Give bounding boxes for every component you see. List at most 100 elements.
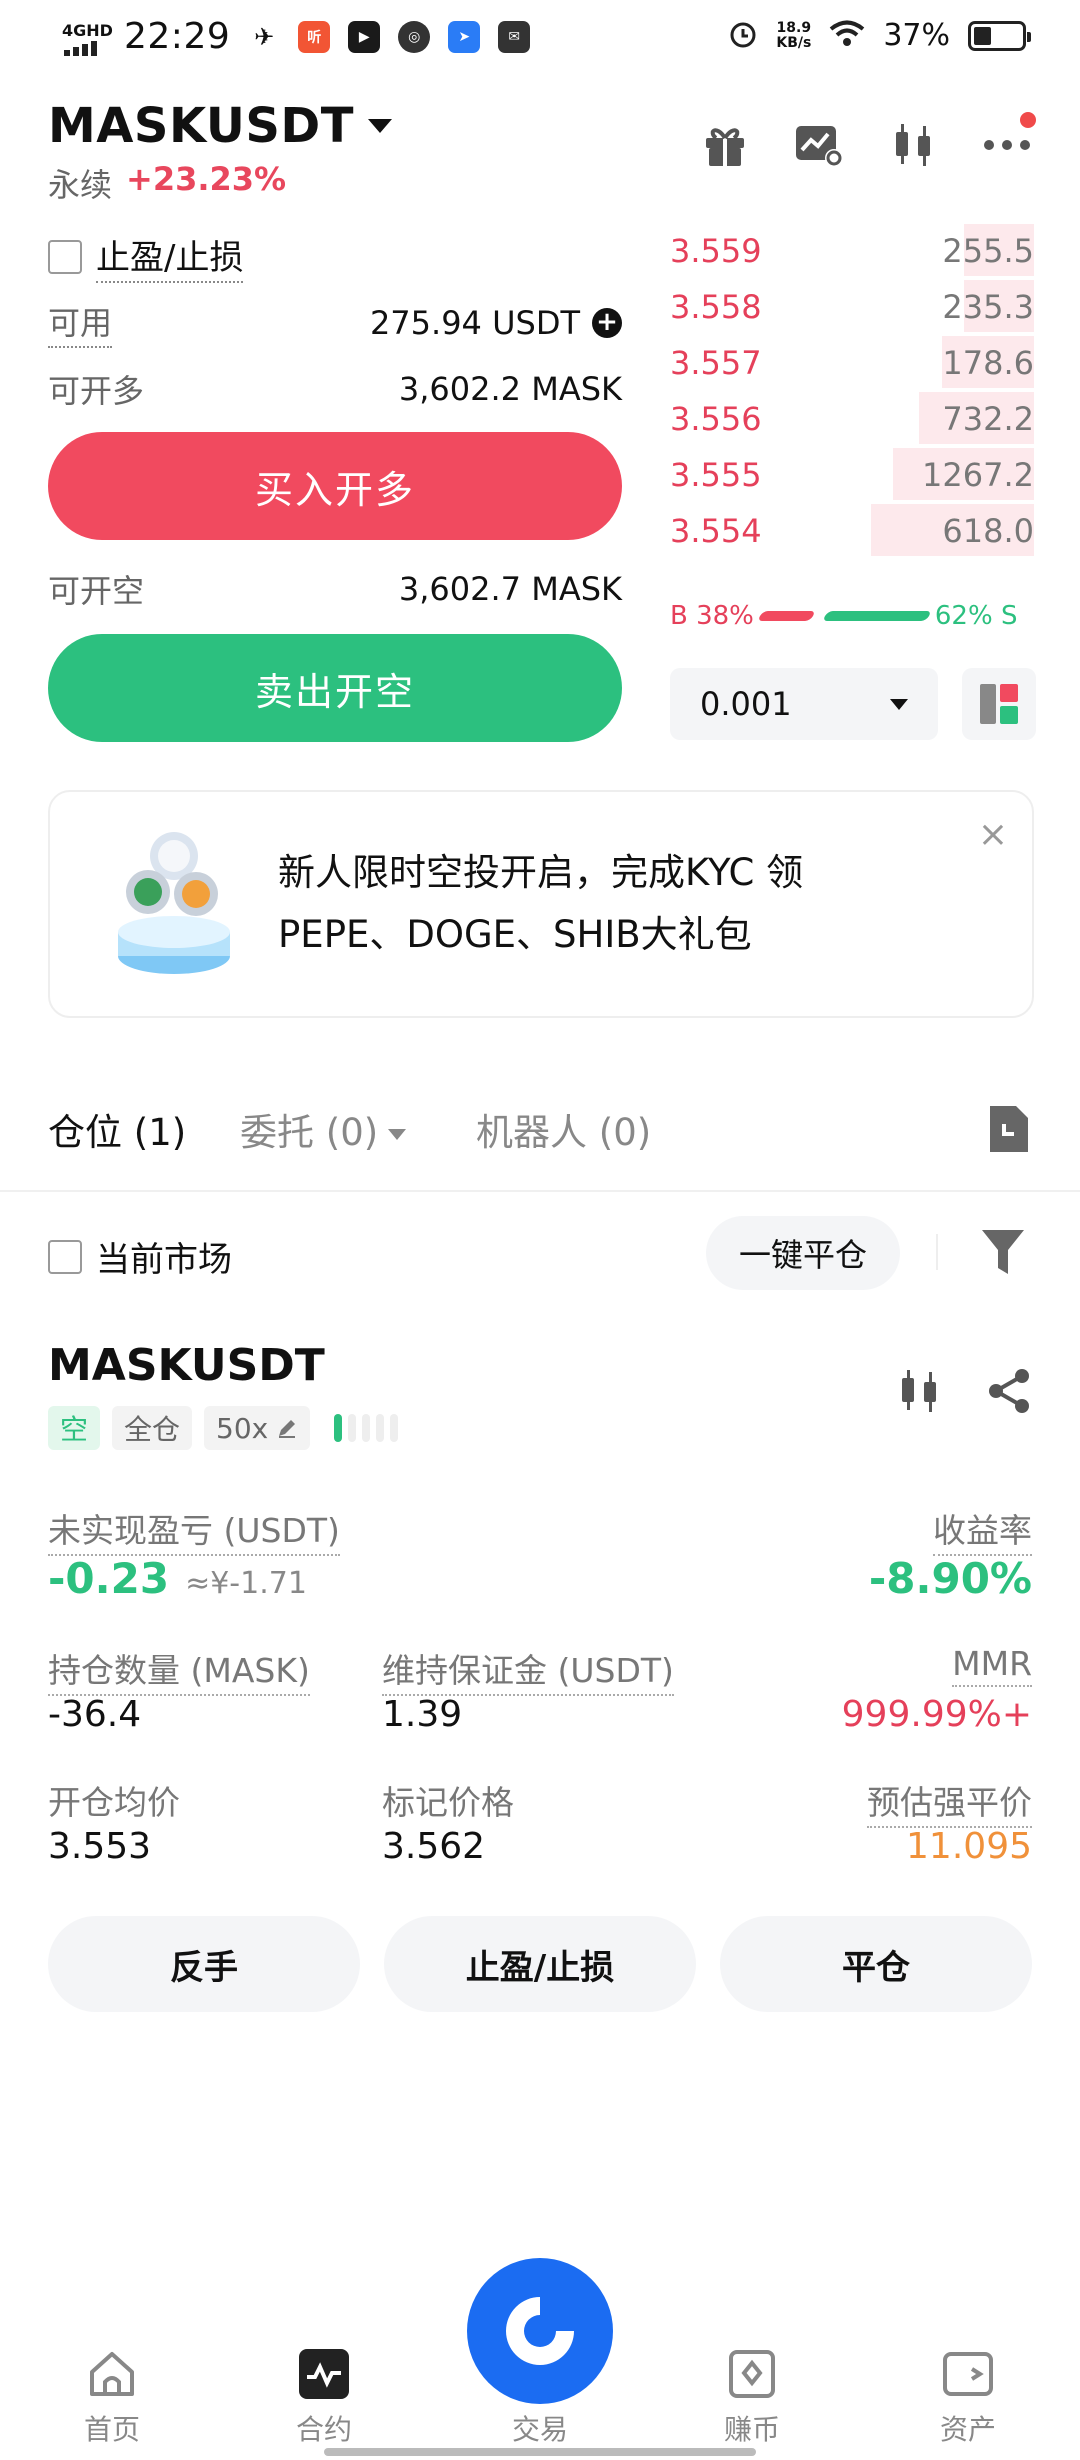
current-market-filter[interactable]: 当前市场	[48, 1232, 232, 1281]
candlestick-icon[interactable]	[896, 1368, 942, 1414]
mark-price-value: 3.562	[382, 1826, 486, 1867]
history-doc-icon[interactable]	[986, 1104, 1030, 1154]
side-tag: 空	[48, 1406, 101, 1450]
unrealized-pnl: -0.23 ≈¥-1.71	[48, 1554, 307, 1603]
close-position-button[interactable]: 平仓	[720, 1916, 1032, 2012]
precision-select[interactable]: 0.001	[670, 668, 938, 740]
can-long-label: 可开多	[48, 372, 145, 410]
wifi-icon	[829, 20, 865, 52]
nav-home[interactable]: 首页	[52, 2348, 172, 2448]
nav-home-label: 首页	[83, 2413, 140, 2446]
chart-settings-icon[interactable]	[794, 120, 844, 170]
precision-value: 0.001	[700, 685, 792, 723]
can-short-value: 3,602.7 MASK	[398, 570, 622, 608]
add-funds-icon[interactable]: +	[592, 308, 622, 338]
nav-earn[interactable]: 赚币	[692, 2348, 812, 2448]
current-market-checkbox[interactable]	[48, 1239, 82, 1274]
mark-price-label: 标记价格	[382, 1783, 514, 1822]
reverse-button[interactable]: 反手	[48, 1916, 360, 2012]
feishu-app-icon: ➤	[448, 20, 481, 53]
home-indicator[interactable]	[324, 2448, 756, 2456]
buy-sell-ratio: B 38% 62% S	[670, 596, 1036, 636]
book-layout-button[interactable]	[962, 668, 1036, 740]
tpsl-button[interactable]: 止盈/止损	[384, 1916, 696, 2012]
tab-orders[interactable]: 委托 (0)	[240, 1102, 407, 1156]
banner-text: 新人限时空投开启，完成KYC 领 PEPE、DOGE、SHIB大礼包	[278, 842, 958, 966]
signal-icon: 4GHD	[62, 19, 113, 56]
pair-name: MASKUSDT	[48, 98, 354, 154]
maint-margin-value: 1.39	[382, 1694, 463, 1735]
pair-selector[interactable]: MASKUSDT	[48, 98, 392, 154]
tab-orders-label: 委托 (0)	[240, 1111, 379, 1154]
sell-ratio-bar	[822, 611, 932, 621]
buy-ratio-bar	[757, 611, 816, 621]
earn-icon	[729, 2350, 775, 2398]
ask-price: 3.555	[670, 456, 762, 494]
ask-row[interactable]: 3.554 618.0	[664, 504, 1034, 556]
nav-assets[interactable]: 资产	[908, 2348, 1028, 2448]
roe-value: -8.90%	[868, 1554, 1032, 1603]
leverage-tag[interactable]: 50x	[204, 1406, 311, 1450]
liq-price-value: 11.095	[906, 1826, 1032, 1867]
nav-trade[interactable]: 交易	[480, 2348, 600, 2448]
tab-bots[interactable]: 机器人 (0)	[476, 1102, 651, 1156]
position-actions	[896, 1368, 1032, 1414]
promo-banner[interactable]: 新人限时空投开启，完成KYC 领 PEPE、DOGE、SHIB大礼包 ×	[48, 790, 1034, 1018]
candlestick-icon[interactable]	[888, 120, 938, 170]
nav-futures[interactable]: 合约	[264, 2348, 384, 2448]
price-change: +23.23%	[126, 160, 287, 198]
roe-label: 收益率	[933, 1504, 1032, 1556]
buy-ratio-label: B 38%	[670, 601, 754, 631]
chevron-down-icon	[890, 698, 908, 710]
filter-icon[interactable]	[980, 1228, 1026, 1276]
can-long-row: 可开多 3,602.2 MASK	[48, 366, 622, 412]
edit-icon	[279, 1420, 296, 1438]
close-icon[interactable]: ×	[978, 814, 1008, 855]
ask-price: 3.556	[670, 400, 762, 438]
sell-ratio-label: 62% S	[934, 601, 1018, 631]
clock: 22:29	[124, 16, 231, 57]
contract-type: 永续	[48, 166, 113, 204]
tpsl-label: 止盈/止损	[96, 230, 244, 283]
mmr-label: MMR	[952, 1644, 1032, 1687]
size-label: 持仓数量 (MASK)	[48, 1644, 310, 1696]
close-all-button[interactable]: 一键平仓	[706, 1216, 900, 1290]
ask-row[interactable]: 3.555 1267.2	[664, 448, 1034, 500]
layout-icon	[980, 684, 1018, 724]
status-bar: 4GHD 22:29 ✈ 听 ▶ ◎ ➤ ✉ 18.9 KB/s 37%	[0, 0, 1080, 84]
current-market-label: 当前市场	[96, 1240, 232, 1280]
ask-quantity: 618.0	[942, 512, 1034, 550]
ask-row[interactable]: 3.556 732.2	[664, 392, 1034, 444]
tpsl-checkbox[interactable]	[48, 239, 82, 274]
risk-level-indicator	[334, 1414, 399, 1442]
margin-mode-tag: 全仓	[112, 1406, 193, 1450]
tab-positions[interactable]: 仓位 (1)	[48, 1102, 186, 1156]
entry-price-label: 开仓均价	[48, 1783, 180, 1822]
ask-row[interactable]: 3.557 178.6	[664, 336, 1034, 388]
more-icon[interactable]	[982, 112, 1036, 170]
mmr-value: 999.99%+	[841, 1694, 1032, 1735]
coin-gift-illustration	[118, 832, 230, 974]
ask-price: 3.554	[670, 512, 762, 550]
sell-short-button[interactable]: 卖出开空	[48, 634, 622, 742]
message-app-icon: ◎	[398, 20, 431, 53]
nav-assets-label: 资产	[939, 2413, 996, 2446]
ask-row[interactable]: 3.559 255.5	[664, 224, 1034, 276]
banner-line-2: PEPE、DOGE、SHIB大礼包	[278, 913, 752, 956]
futures-icon	[299, 2349, 349, 2399]
home-icon	[90, 2352, 134, 2396]
tpsl-toggle[interactable]: 止盈/止损	[48, 230, 244, 283]
share-icon[interactable]	[986, 1368, 1032, 1414]
net-speed: 18.9 KB/s	[776, 19, 812, 51]
can-short-label: 可开空	[48, 572, 145, 610]
chevron-down-icon	[367, 119, 392, 133]
gift-icon[interactable]	[700, 120, 750, 170]
ask-price: 3.559	[670, 232, 762, 270]
buy-long-button[interactable]: 买入开多	[48, 432, 622, 540]
ask-row[interactable]: 3.558 235.3	[664, 280, 1034, 332]
divider	[936, 1234, 938, 1270]
ask-quantity: 1267.2	[922, 456, 1034, 494]
notification-dot	[1020, 112, 1036, 128]
pair-subtitle: 永续 +23.23%	[48, 160, 286, 206]
maint-margin-label: 维持保证金 (USDT)	[382, 1644, 674, 1696]
